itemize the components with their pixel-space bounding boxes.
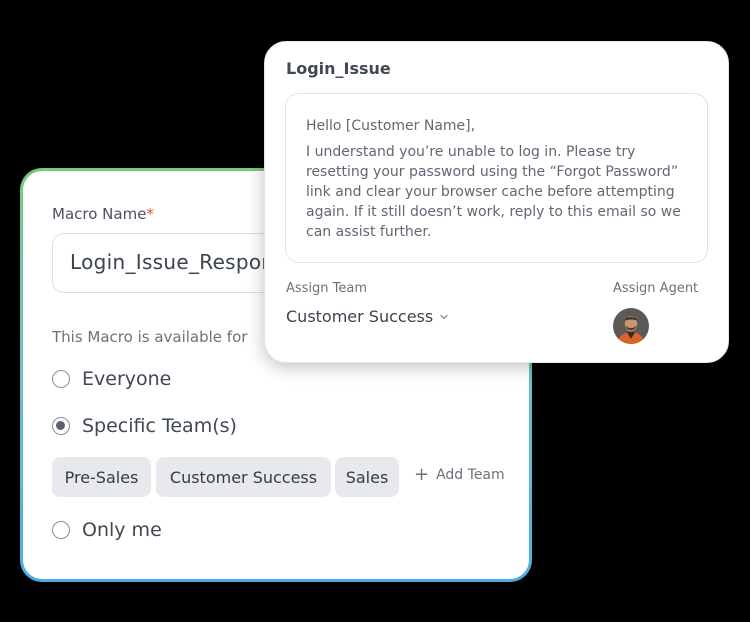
chevron-down-icon: [440, 314, 448, 319]
team-chip-customer-success[interactable]: Customer Success: [156, 457, 331, 497]
message-body: I understand you’re unable to log in. Pl…: [306, 144, 681, 240]
assign-team-value: Customer Success: [286, 307, 434, 326]
message-greeting: Hello [Customer Name],: [306, 118, 476, 134]
radio-option-only-me[interactable]: Only me: [52, 519, 162, 541]
template-title: Login_Issue: [286, 59, 391, 78]
radio-label-everyone: Everyone: [82, 368, 172, 390]
message-editor[interactable]: Hello [Customer Name], I understand you’…: [285, 93, 708, 263]
required-mark: *: [146, 205, 154, 223]
team-chip-sales[interactable]: Sales: [335, 457, 399, 497]
radio-option-everyone[interactable]: Everyone: [52, 368, 171, 390]
agent-avatar[interactable]: [613, 308, 649, 344]
availability-label: This Macro is available for: [52, 328, 248, 346]
assign-team-label: Assign Team: [286, 281, 368, 296]
template-card: Login_Issue Hello [Customer Name], I und…: [264, 41, 729, 363]
radio-specific-teams[interactable]: [52, 417, 70, 435]
add-team-label: Add Team: [436, 467, 505, 483]
team-chip-pre-sales[interactable]: Pre-Sales: [52, 457, 151, 497]
radio-label-only-me: Only me: [82, 519, 162, 541]
radio-option-specific-teams[interactable]: Specific Team(s): [52, 415, 237, 437]
add-team-button[interactable]: + Add Team: [414, 464, 505, 485]
plus-icon: +: [414, 464, 430, 485]
radio-label-specific-teams: Specific Team(s): [82, 415, 237, 437]
radio-only-me[interactable]: [52, 521, 70, 539]
assign-team-dropdown[interactable]: Customer Success: [286, 307, 449, 326]
radio-everyone[interactable]: [52, 370, 70, 388]
macro-name-label: Macro Name*: [52, 205, 154, 223]
avatar-image: [613, 308, 649, 344]
assign-agent-label: Assign Agent: [613, 281, 699, 296]
